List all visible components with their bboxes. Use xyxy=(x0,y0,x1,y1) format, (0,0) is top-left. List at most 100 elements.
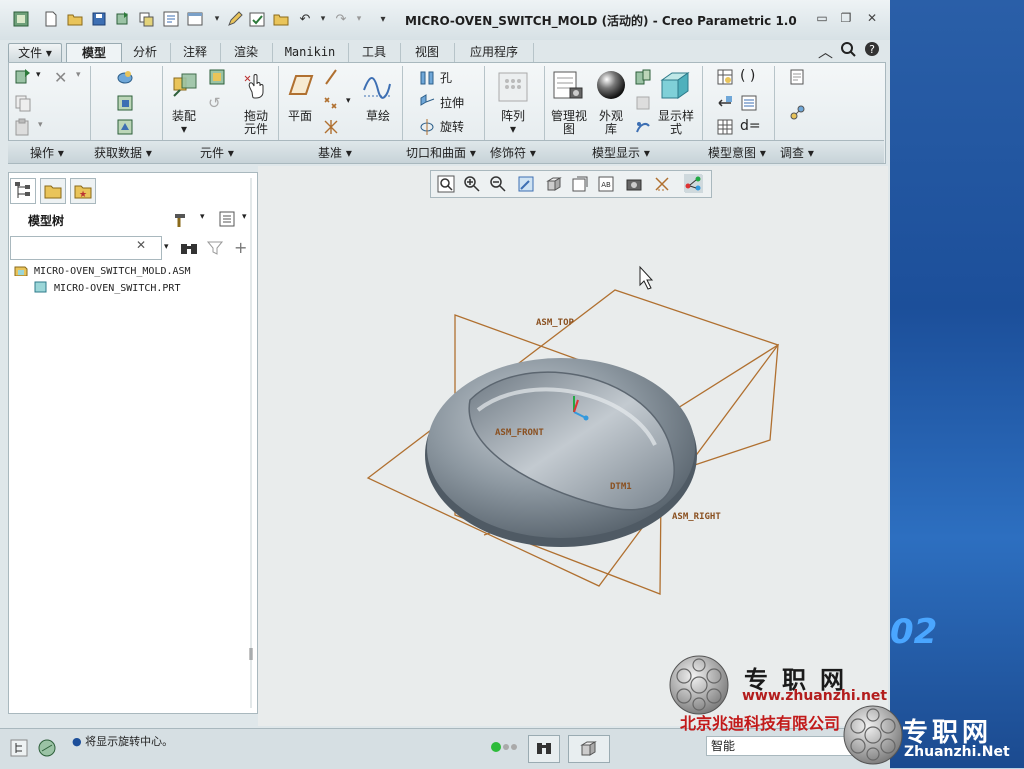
group-component[interactable]: 元件 ▾ xyxy=(200,144,234,161)
drag-components-icon[interactable] xyxy=(242,70,272,100)
group-get-data[interactable]: 获取数据 ▾ xyxy=(94,144,152,161)
search-icon[interactable] xyxy=(840,41,856,61)
plane-button[interactable]: 平面 xyxy=(284,110,316,123)
extrude-icon[interactable] xyxy=(418,93,436,111)
revolve-icon[interactable] xyxy=(418,117,436,135)
tree-node-assembly[interactable]: MICRO-OVEN_SWITCH_MOLD.ASM xyxy=(14,264,191,277)
hole-icon[interactable] xyxy=(418,68,436,86)
filter-icon[interactable] xyxy=(206,240,224,258)
table-icon[interactable] xyxy=(716,118,734,136)
switch-window-icon[interactable] xyxy=(162,10,180,28)
show-list-icon[interactable] xyxy=(218,210,236,228)
add-column-icon[interactable]: + xyxy=(234,238,247,257)
hole-button[interactable]: 孔 xyxy=(440,69,452,86)
graphics-window[interactable]: ASM_TOP ASM_FRONT DTM1 ASM_RIGHT xyxy=(258,166,888,726)
manage-views-button[interactable]: 管理视 图 xyxy=(548,110,590,136)
assemble-button[interactable]: 装配 ▾ xyxy=(166,110,202,136)
group-cut-surface[interactable]: 切口和曲面 ▾ xyxy=(406,144,476,161)
delete-dropdown-icon[interactable]: ▾ xyxy=(76,70,81,80)
new-file-icon[interactable] xyxy=(42,10,60,28)
relations-braces-icon[interactable]: ( ) xyxy=(740,68,755,84)
close-window-icon[interactable] xyxy=(186,10,204,28)
redo-icon[interactable]: ↷ xyxy=(332,10,350,28)
collapse-ribbon-icon[interactable]: ︿ xyxy=(818,41,833,62)
regenerate-dropdown-icon[interactable]: ▾ xyxy=(36,70,41,80)
settings-hammer-icon[interactable] xyxy=(172,210,196,228)
axis-icon[interactable] xyxy=(322,68,340,86)
tab-annotate[interactable]: 注释 xyxy=(170,43,219,62)
panel-resize-handle[interactable] xyxy=(248,178,254,708)
tab-file[interactable]: 文件 ▾ xyxy=(8,43,62,63)
paste-icon[interactable] xyxy=(14,118,32,136)
display-style-icon[interactable] xyxy=(658,70,692,100)
zoom-out-icon[interactable] xyxy=(489,175,507,193)
pattern-button[interactable]: 阵列 ▾ xyxy=(496,110,530,136)
display-style-small-icon[interactable] xyxy=(634,118,652,136)
extrude-button[interactable]: 拉伸 xyxy=(440,94,464,111)
group-model-display[interactable]: 模型显示 ▾ xyxy=(592,144,650,161)
maximize-icon[interactable]: ❐ xyxy=(836,9,856,27)
find-binoculars-icon[interactable] xyxy=(180,240,198,258)
folder-icon[interactable] xyxy=(272,10,290,28)
model-tree-toggle-icon[interactable] xyxy=(10,739,28,757)
copy-geometry-icon[interactable] xyxy=(116,68,134,86)
tab-tools[interactable]: 工具 xyxy=(348,43,399,62)
family-table-icon[interactable] xyxy=(716,68,734,86)
redo-dropdown-icon[interactable]: ▾ xyxy=(350,10,368,28)
paste-dropdown-icon[interactable]: ▾ xyxy=(38,120,43,130)
model-viewport[interactable] xyxy=(258,166,888,726)
show-dropdown-icon[interactable]: ▾ xyxy=(242,212,247,222)
windows-icon[interactable] xyxy=(138,10,156,28)
regenerate-icon[interactable] xyxy=(114,10,132,28)
datum-display-filter-icon[interactable] xyxy=(653,175,671,193)
appearance-gallery-icon[interactable] xyxy=(596,70,626,100)
point-dropdown-icon[interactable]: ▾ xyxy=(346,96,351,106)
model-tree-tab-icon[interactable] xyxy=(10,178,36,204)
minimize-icon[interactable]: ▭ xyxy=(812,9,832,27)
close-icon[interactable]: ✕ xyxy=(862,9,882,27)
assemble-icon[interactable] xyxy=(170,70,200,100)
tab-analysis[interactable]: 分析 xyxy=(122,43,168,62)
group-modifiers[interactable]: 修饰符 ▾ xyxy=(490,144,536,161)
browser-toggle-icon[interactable] xyxy=(38,739,56,757)
relations-button[interactable]: d= xyxy=(740,118,761,134)
reference-graph-icon[interactable] xyxy=(684,174,702,192)
copy-icon[interactable] xyxy=(14,94,32,112)
tab-render[interactable]: 渲染 xyxy=(220,43,271,62)
tab-view[interactable]: 视图 xyxy=(400,43,453,62)
group-operations[interactable]: 操作 ▾ xyxy=(30,144,64,161)
perspective-camera-icon[interactable] xyxy=(625,175,643,193)
sketch-icon[interactable] xyxy=(362,70,392,100)
display-style-button[interactable]: 显示样 式 xyxy=(654,110,698,136)
plane-icon[interactable] xyxy=(284,72,314,98)
refit-icon[interactable] xyxy=(437,175,455,193)
sketch-button[interactable]: 草绘 xyxy=(362,110,394,123)
undo-icon[interactable]: ↶ xyxy=(296,10,314,28)
switch-dimensions-icon[interactable] xyxy=(716,94,734,112)
undo-dropdown-icon[interactable]: ▾ xyxy=(314,10,332,28)
group-datum[interactable]: 基准 ▾ xyxy=(318,144,352,161)
settings-dropdown-icon[interactable]: ▾ xyxy=(200,212,205,222)
coordinate-system-icon[interactable] xyxy=(322,118,340,136)
pattern-icon[interactable] xyxy=(498,72,528,102)
section-icon[interactable] xyxy=(634,94,652,112)
repaint-icon[interactable] xyxy=(517,175,535,193)
favorites-tab-icon[interactable]: ★ xyxy=(70,178,96,204)
tab-applications[interactable]: 应用程序 xyxy=(454,43,534,62)
parameters-icon[interactable] xyxy=(740,94,758,112)
tab-model[interactable]: 模型 xyxy=(66,43,122,64)
point-icon[interactable] xyxy=(322,94,340,112)
display-style-view-icon[interactable] xyxy=(545,175,563,193)
zoom-in-icon[interactable] xyxy=(463,175,481,193)
delete-icon[interactable]: ✕ xyxy=(54,68,72,87)
find-icon[interactable] xyxy=(528,735,560,763)
selection-filter-icon[interactable] xyxy=(568,735,610,763)
pencil-icon[interactable] xyxy=(226,10,244,28)
tab-manikin[interactable]: Manikin xyxy=(272,43,347,62)
group-model-intent[interactable]: 模型意图 ▾ xyxy=(708,144,766,161)
repeat-icon[interactable]: ↺ xyxy=(208,94,226,112)
model-player-icon[interactable] xyxy=(788,68,806,86)
save-icon[interactable] xyxy=(90,10,108,28)
create-component-icon[interactable] xyxy=(208,68,226,86)
app-icon[interactable] xyxy=(12,10,30,28)
